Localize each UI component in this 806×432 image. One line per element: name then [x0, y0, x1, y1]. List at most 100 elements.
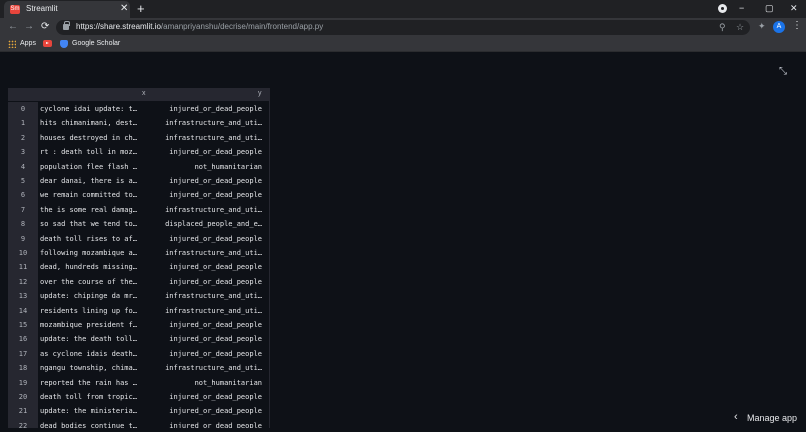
row-index: 8	[8, 217, 38, 232]
cell-x[interactable]: dear danai, there is a…	[40, 174, 152, 188]
cell-y[interactable]: injured_or_dead_people	[150, 275, 262, 289]
table-row[interactable]: 9 death toll rises to af… injured_or_dead_…	[8, 231, 269, 246]
browser-toolbar: ← → ⟳ https://share.streamlit.io/amanpri…	[0, 18, 806, 37]
cell-y[interactable]: injured_or_dead_people	[150, 390, 262, 404]
cell-x[interactable]: houses destroyed in ch…	[40, 131, 152, 145]
bookmark-star-icon[interactable]: ☆	[736, 21, 744, 33]
cell-x[interactable]: population flee flash …	[40, 160, 152, 174]
browser-tab[interactable]: Sm Streamlit ✕	[4, 1, 130, 18]
cell-y[interactable]: injured_or_dead_people	[150, 318, 262, 332]
media-indicator-icon[interactable]	[718, 4, 727, 13]
table-row[interactable]: 13 update: chipinge da mr… infrastructure_…	[8, 289, 269, 304]
reload-icon[interactable]: ⟳	[41, 20, 49, 34]
cell-y[interactable]: injured_or_dead_people	[150, 260, 262, 274]
cell-y[interactable]: not_humanitarian	[150, 376, 262, 390]
table-row[interactable]: 11 dead, hundreds missing… injured_or_dead…	[8, 260, 269, 275]
cell-x[interactable]: the is some real damag…	[40, 203, 152, 217]
extensions-icon[interactable]: ✦	[758, 21, 766, 32]
cell-y[interactable]: injured_or_dead_people	[150, 347, 262, 361]
cell-x[interactable]: update: chipinge da mr…	[40, 289, 152, 303]
lock-icon[interactable]	[63, 21, 70, 30]
cell-x[interactable]: mozambique president f…	[40, 318, 152, 332]
cell-y[interactable]: injured_or_dead_people	[150, 188, 262, 202]
cell-x[interactable]: following mozambique a…	[40, 246, 152, 260]
zoom-icon[interactable]: ⚲	[719, 21, 726, 33]
table-row[interactable]: 22 dead bodies continue t… injured_or_dead…	[8, 418, 269, 428]
tab-close-icon[interactable]: ✕	[120, 3, 128, 15]
cell-y[interactable]: injured_or_dead_people	[150, 174, 262, 188]
table-row[interactable]: 0 cyclone idai update: t… injured_or_dead_…	[8, 102, 269, 117]
forward-icon[interactable]: →	[24, 20, 34, 34]
table-row[interactable]: 21 update: the ministeria… injured_or_dead…	[8, 404, 269, 419]
table-row[interactable]: 19 reported the rain has … not_humanitaria…	[8, 375, 269, 390]
cell-y[interactable]: infrastructure_and_uti…	[150, 246, 262, 260]
cell-y[interactable]: infrastructure_and_uti…	[150, 289, 262, 303]
cell-y[interactable]: infrastructure_and_uti…	[150, 304, 262, 318]
table-row[interactable]: 15 mozambique president f… injured_or_dead…	[8, 318, 269, 333]
table-row[interactable]: 17 as cyclone idais death… injured_or_dead…	[8, 346, 269, 362]
browser-menu-icon[interactable]: ⋮	[792, 20, 802, 31]
youtube-icon[interactable]	[43, 40, 52, 47]
table-row[interactable]: 1 hits chimanimani, dest… infrastructure_a…	[8, 116, 269, 131]
address-bar[interactable]: https://share.streamlit.io/amanpriyanshu…	[56, 20, 750, 35]
table-row[interactable]: 7 the is some real damag… infrastructure_a…	[8, 202, 269, 218]
new-tab-icon[interactable]: +	[137, 1, 145, 16]
back-icon[interactable]: ←	[8, 20, 18, 34]
cell-x[interactable]: as cyclone idais death…	[40, 347, 152, 361]
cell-x[interactable]: ngangu township, chima…	[40, 361, 152, 375]
table-row[interactable]: 5 dear danai, there is a… injured_or_dead_…	[8, 174, 269, 189]
column-header-x[interactable]: x	[142, 90, 146, 97]
cell-y[interactable]: injured_or_dead_people	[150, 419, 262, 428]
apps-grid-icon[interactable]	[8, 40, 16, 48]
table-row[interactable]: 12 over the course of the… injured_or_dead…	[8, 274, 269, 290]
minimize-icon[interactable]: −	[739, 2, 744, 14]
cell-x[interactable]: residents lining up fo…	[40, 304, 152, 318]
table-row[interactable]: 16 update: the death toll… injured_or_dead…	[8, 332, 269, 347]
cell-x[interactable]: reported the rain has …	[40, 376, 152, 390]
cell-y[interactable]: injured_or_dead_people	[150, 145, 262, 159]
bookmark-apps[interactable]: Apps	[20, 39, 36, 49]
cell-y[interactable]: infrastructure_and_uti…	[150, 361, 262, 375]
cell-y[interactable]: injured_or_dead_people	[150, 404, 262, 418]
cell-x[interactable]: dead, hundreds missing…	[40, 260, 152, 274]
table-row[interactable]: 20 death toll from tropic… injured_or_dead…	[8, 390, 269, 405]
window-close-icon[interactable]: ✕	[790, 2, 798, 14]
maximize-icon[interactable]: ▢	[765, 2, 774, 14]
cell-y[interactable]: injured_or_dead_people	[150, 102, 262, 116]
table-row[interactable]: 10 following mozambique a… infrastructure_…	[8, 246, 269, 261]
cell-x[interactable]: we remain committed to…	[40, 188, 152, 202]
cell-x[interactable]: update: the ministeria…	[40, 404, 152, 418]
table-row[interactable]: 18 ngangu township, chima… infrastructure_…	[8, 361, 269, 376]
url-text[interactable]: https://share.streamlit.io/amanpriyanshu…	[76, 22, 323, 31]
column-header-y[interactable]: y	[258, 90, 262, 97]
cell-y[interactable]: infrastructure_and_uti…	[150, 116, 262, 130]
collapse-icon[interactable]: ⤡	[779, 66, 787, 77]
google-scholar-icon[interactable]	[60, 40, 68, 48]
table-row[interactable]: 8 so sad that we tend to… displaced_people…	[8, 217, 269, 232]
cell-y[interactable]: displaced_people_and_e…	[150, 217, 262, 231]
table-row[interactable]: 2 houses destroyed in ch… infrastructure_a…	[8, 130, 269, 146]
manage-app-button[interactable]: Manage app	[747, 413, 797, 423]
table-row[interactable]: 6 we remain committed to… injured_or_dead_…	[8, 188, 269, 203]
cell-x[interactable]: cyclone idai update: t…	[40, 102, 152, 116]
cell-y[interactable]: not_humanitarian	[150, 160, 262, 174]
cell-x[interactable]: hits chimanimani, dest…	[40, 116, 152, 130]
cell-x[interactable]: so sad that we tend to…	[40, 217, 152, 231]
table-row[interactable]: 4 population flee flash … not_humanitarian	[8, 159, 269, 174]
cell-x[interactable]: rt : death toll in moz…	[40, 145, 152, 159]
cell-y[interactable]: infrastructure_and_uti…	[150, 131, 262, 145]
cell-x[interactable]: death toll rises to af…	[40, 232, 152, 246]
chevron-left-icon[interactable]: ‹	[734, 411, 738, 423]
cell-y[interactable]: injured_or_dead_people	[150, 332, 262, 346]
cell-y[interactable]: injured_or_dead_people	[150, 232, 262, 246]
table-row[interactable]: 3 rt : death toll in moz… injured_or_dead_…	[8, 145, 269, 160]
cell-x[interactable]: over the course of the…	[40, 275, 152, 289]
cell-x[interactable]: dead bodies continue t…	[40, 419, 152, 428]
cell-y[interactable]: infrastructure_and_uti…	[150, 203, 262, 217]
cell-x[interactable]: death toll from tropic…	[40, 390, 152, 404]
cell-x[interactable]: update: the death toll…	[40, 332, 152, 346]
table-row[interactable]: 14 residents lining up fo… infrastructure_…	[8, 303, 269, 318]
profile-avatar[interactable]: A	[773, 21, 785, 33]
dataframe[interactable]: x y 0 cyclone idai update: t… injured_or_d…	[8, 88, 270, 428]
bookmark-google-scholar[interactable]: Google Scholar	[72, 39, 120, 49]
